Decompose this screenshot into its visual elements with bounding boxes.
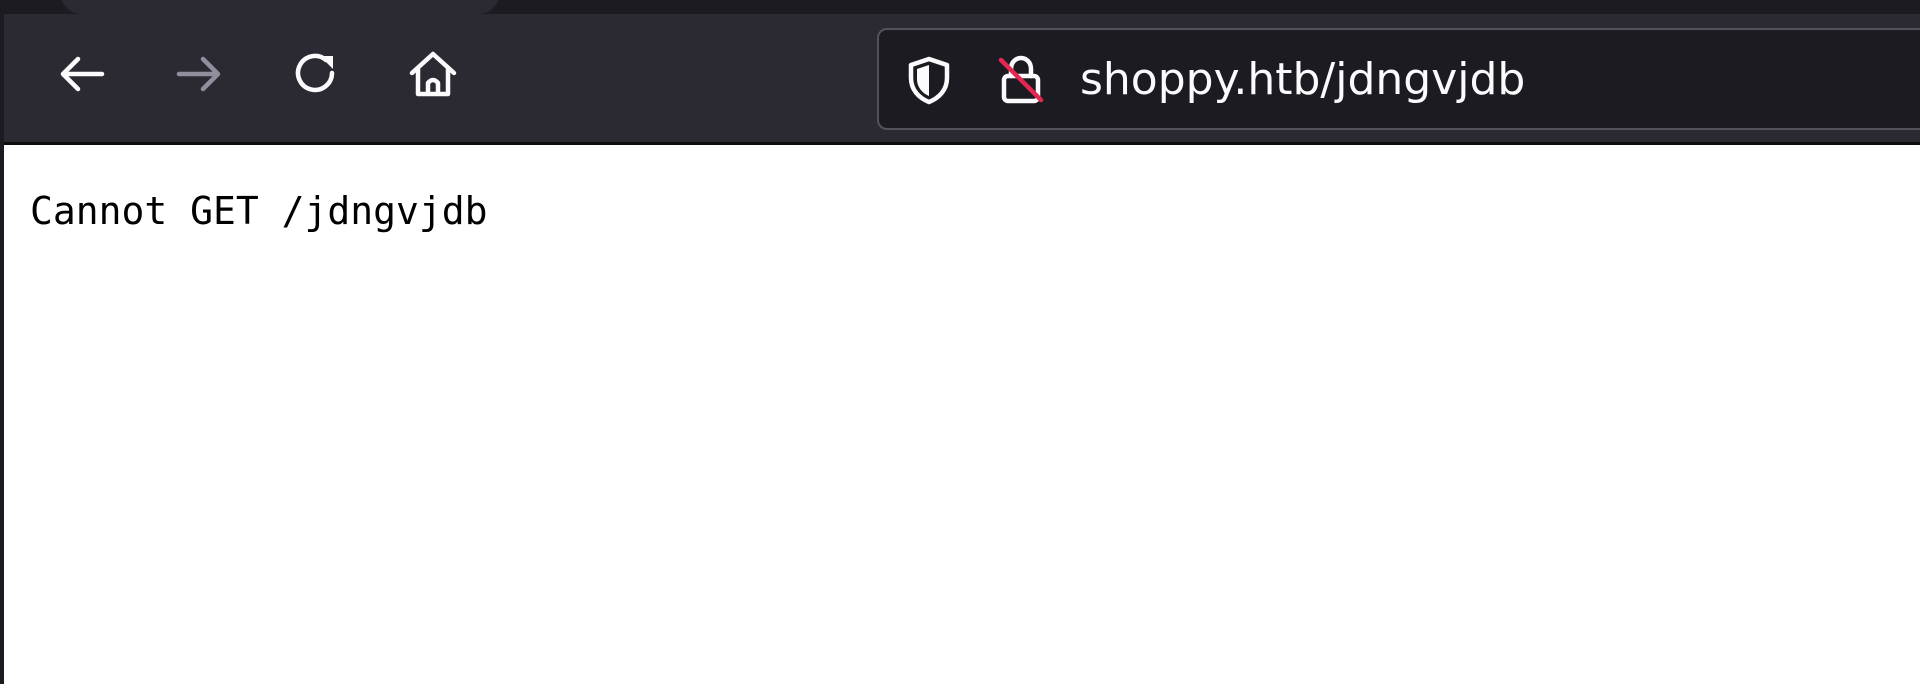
forward-button[interactable] bbox=[171, 46, 227, 102]
browser-window: shoppy.htb/jdngvjdb Cannot GET /jdngvjdb bbox=[0, 0, 1920, 684]
navigation-toolbar: shoppy.htb/jdngvjdb bbox=[0, 14, 1920, 145]
reload-button[interactable] bbox=[289, 46, 345, 102]
home-button[interactable] bbox=[405, 46, 461, 102]
insecure-lock-icon bbox=[998, 55, 1044, 104]
site-security-button[interactable] bbox=[995, 54, 1047, 106]
shield-icon bbox=[908, 56, 950, 105]
home-icon bbox=[409, 51, 457, 97]
arrow-right-icon bbox=[176, 56, 221, 92]
error-message: Cannot GET /jdngvjdb bbox=[30, 189, 488, 233]
reload-icon bbox=[295, 53, 335, 93]
url-text[interactable]: shoppy.htb/jdngvjdb bbox=[1080, 52, 1525, 108]
tracking-protection-button[interactable] bbox=[903, 54, 955, 106]
arrow-left-icon bbox=[60, 56, 105, 92]
back-button[interactable] bbox=[54, 46, 110, 102]
url-bar[interactable]: shoppy.htb/jdngvjdb bbox=[877, 28, 1920, 130]
tab-strip bbox=[0, 0, 1920, 14]
page-content: Cannot GET /jdngvjdb bbox=[4, 145, 1920, 684]
window-edge bbox=[0, 0, 4, 684]
tab[interactable] bbox=[240, 0, 500, 14]
